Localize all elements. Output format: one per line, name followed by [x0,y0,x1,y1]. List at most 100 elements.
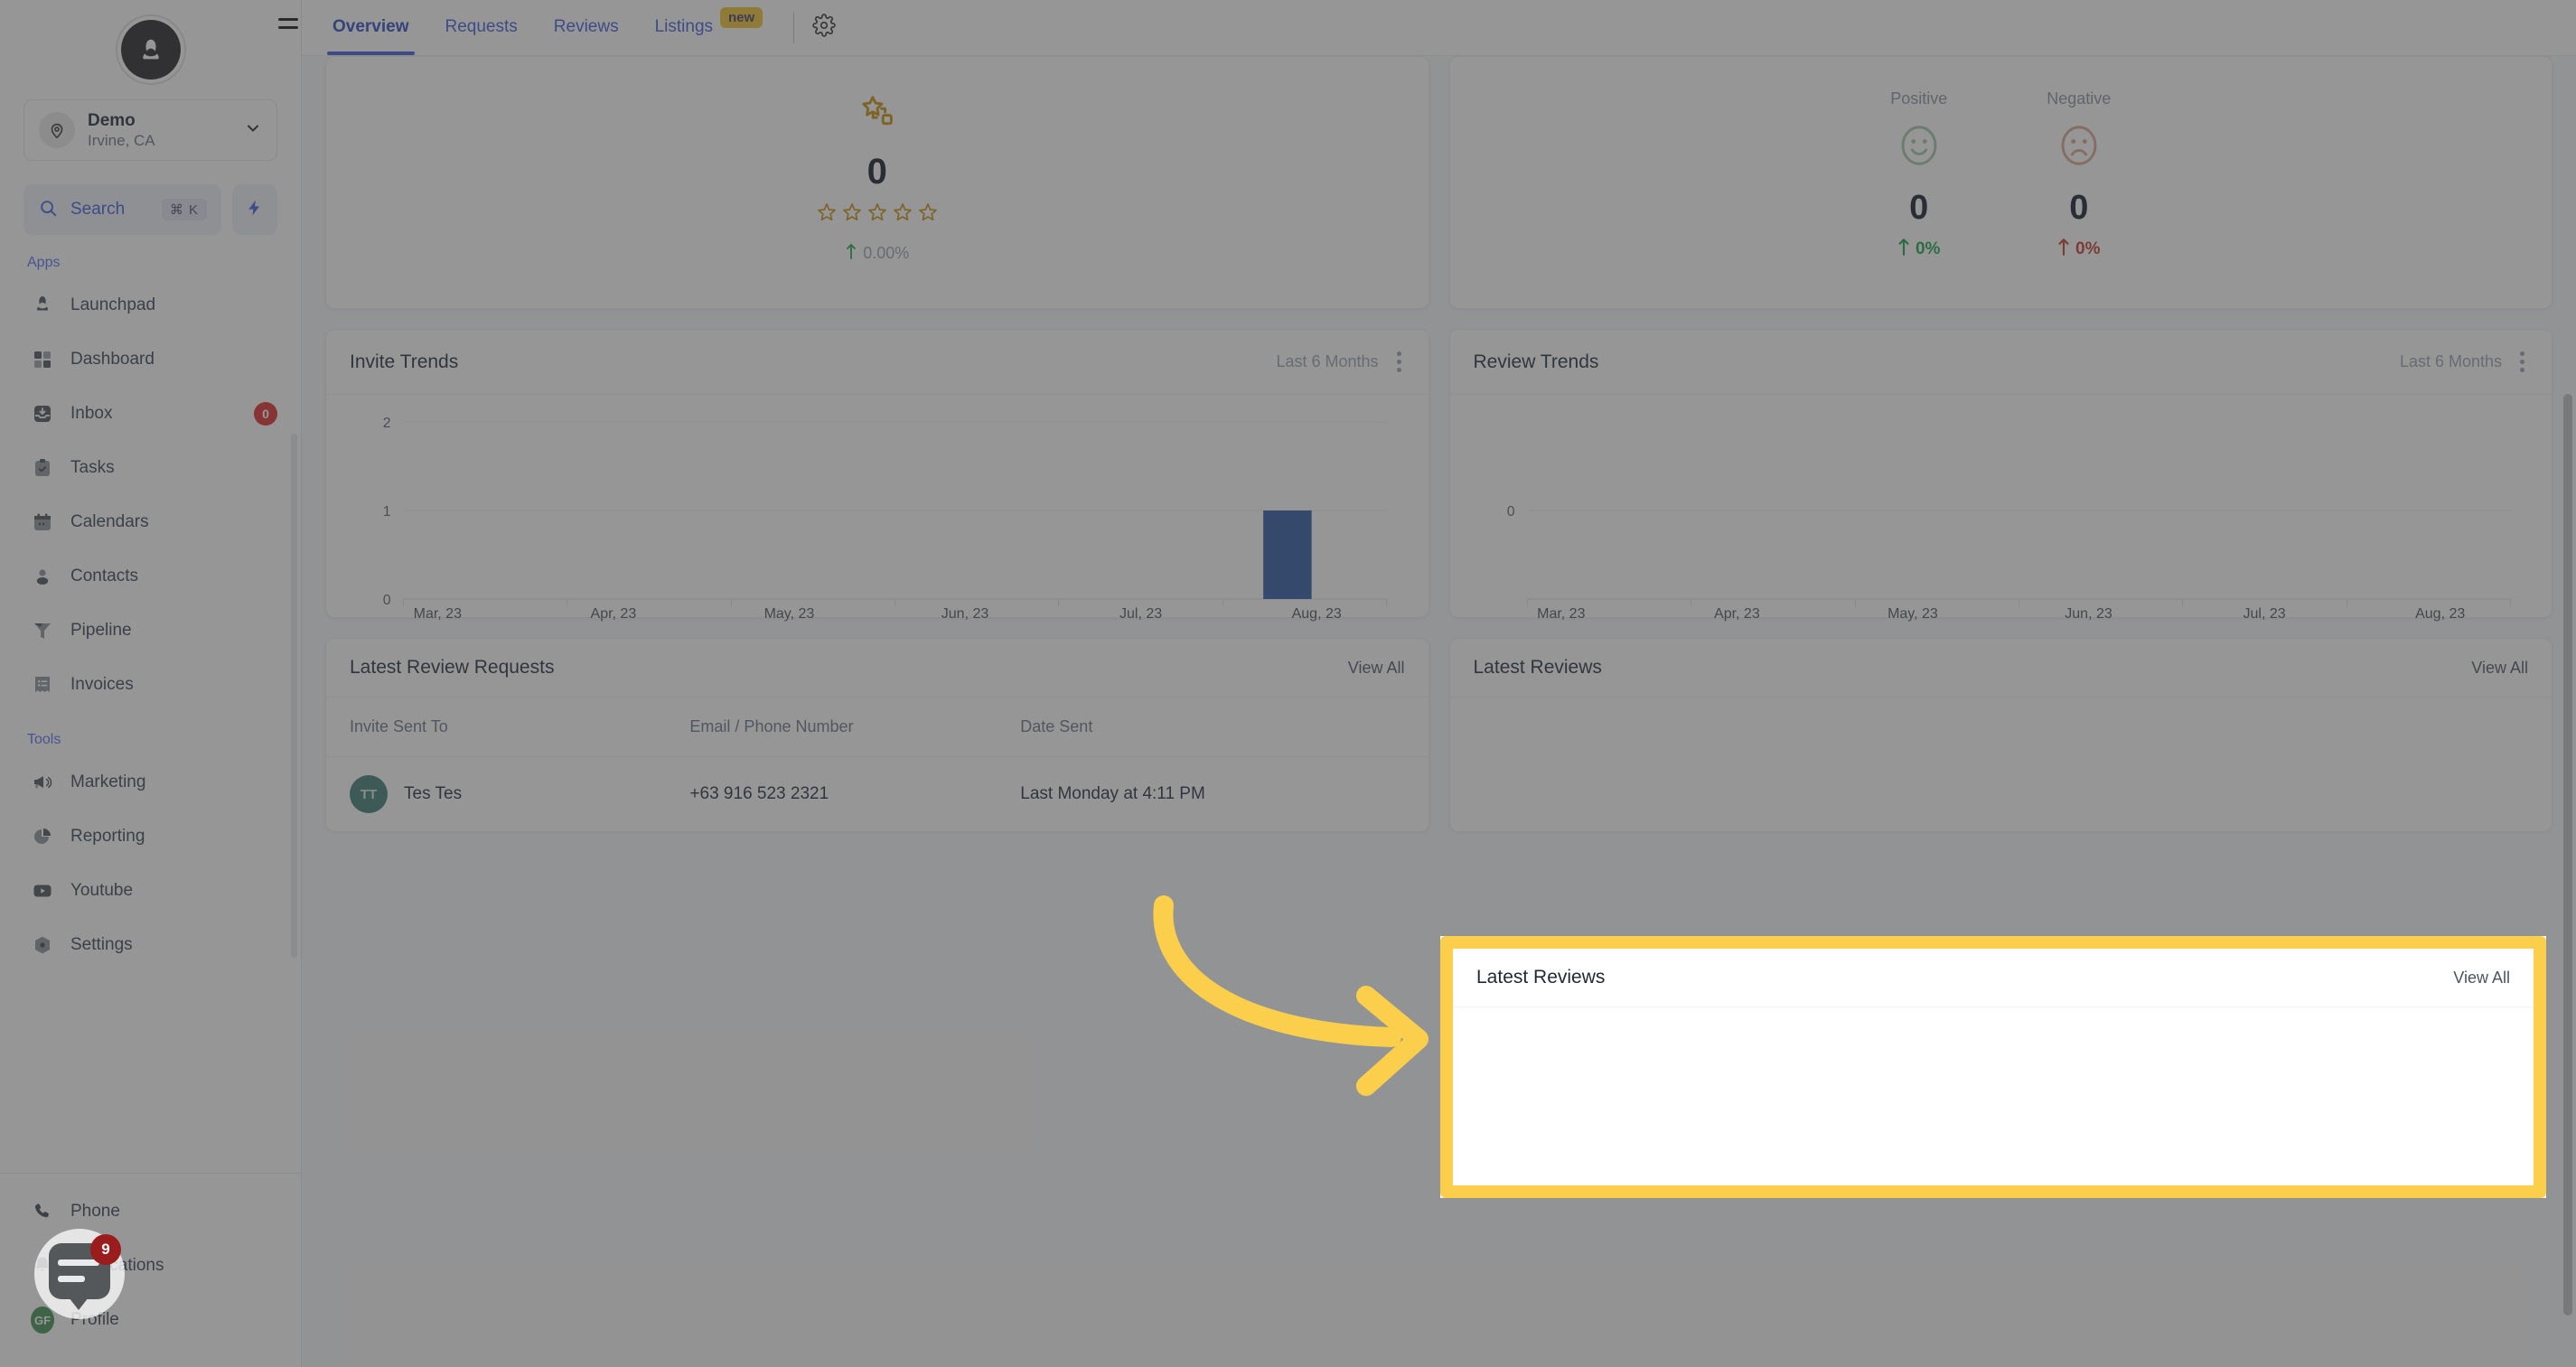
sentiment-positive: Positive 0 0% [1890,89,1947,262]
sidebar-item-settings[interactable]: Settings [0,918,301,972]
kebab-menu-icon[interactable] [1393,348,1405,376]
review-trends-range[interactable]: Last 6 Months [2400,352,2502,371]
sidebar-item-label: Contacts [70,566,138,585]
quick-actions-button[interactable] [232,184,277,235]
invite-trends-svg: 2 1 0 [383,416,1388,608]
kebab-menu-icon[interactable] [2516,348,2528,376]
star-frame-icon [857,93,897,137]
svg-text:2: 2 [383,416,391,431]
table-head: Invite Sent To Email / Phone Number Date… [326,698,1429,757]
review-trends-x-labels: Mar, 23 Apr, 23 May, 23 Jun, 23 Jul, 23 … [1474,606,2529,623]
sidebar-item-label: Youtube [70,881,134,900]
person-icon [31,565,54,588]
location-pin-icon [39,112,75,148]
latest-review-requests-header: Latest Review Requests View All [326,639,1429,698]
cell-invite-sent-to: TT Tes Tes [326,757,689,832]
sidebar-item-pipeline[interactable]: Pipeline [0,604,301,658]
table-header-row: Invite Sent To Email / Phone Number Date… [326,698,1429,757]
sentiment-value: 0 [2069,189,2089,227]
sidebar-scrollbar[interactable] [291,434,297,958]
cell-contact: +63 916 523 2321 [689,784,829,803]
sidebar-item-dashboard[interactable]: Dashboard [0,332,301,387]
smiley-face-icon [1895,121,1944,174]
view-all-link[interactable]: View All [2471,659,2528,678]
tab-overview[interactable]: Overview [314,0,427,55]
main-scrollbar[interactable] [2563,60,2572,1361]
rating-value: 0 [866,152,887,192]
sidebar-item-invoices[interactable]: Invoices [0,658,301,712]
sentiment-delta: 0% [2057,237,2100,262]
sidebar-item-label: Dashboard [70,350,155,369]
sidebar-item-reporting[interactable]: Reporting [0,810,301,864]
tab-requests[interactable]: Requests [427,0,536,55]
location-name: Demo [88,110,136,130]
invoice-list-icon [31,673,54,697]
location-sub: Irvine, CA [88,132,155,150]
card-title: Invite Trends [350,351,459,372]
sidebar-item-calendars[interactable]: Calendars [0,495,301,549]
hamburger-icon[interactable] [278,18,300,34]
clipboard-check-icon [31,456,54,480]
sidebar-item-tasks[interactable]: Tasks [0,441,301,495]
x-tick-label: Aug, 23 [2415,606,2466,622]
latest-reviews-empty-body [1450,698,2553,813]
review-trends-chart: 0 Mar, 23 Apr, 23 May, 23 Jun, 23 Jul, 2… [1450,395,2553,622]
main-scrollbar-thumb[interactable] [2563,394,2572,1316]
sidebar-item-label: Inbox [70,404,113,423]
grid-squares-icon [31,348,54,371]
app-logo[interactable] [115,14,186,85]
search-icon [38,198,58,222]
sidebar-item-marketing[interactable]: Marketing [0,755,301,810]
table-row[interactable]: TT Tes Tes +63 916 523 2321 Last Monday … [326,757,1429,832]
sidebar-item-label: Settings [70,935,133,954]
funnel-icon [31,619,54,642]
x-tick-label: Aug, 23 [1291,606,1342,622]
app-root: Demo Irvine, CA Search ⌘ K Apps Launchpa… [0,0,2576,1367]
settings-button[interactable] [807,8,841,47]
inbox-icon [31,402,54,426]
location-text: Demo Irvine, CA [88,110,231,151]
location-switcher[interactable]: Demo Irvine, CA [23,99,277,161]
inbox-unread-badge: 0 [254,402,277,426]
tab-listings[interactable]: Listings new [637,0,782,55]
x-tick-label: Jun, 23 [941,606,989,622]
search-input[interactable]: Search ⌘ K [23,184,221,235]
tab-label: Overview [333,16,409,36]
sidebar-nav-tools: Marketing Reporting Youtube Settings [0,755,301,972]
tab-label: Listings [654,16,714,36]
rating-delta-value: 0.00% [863,244,910,262]
column-header-invite-sent-to: Invite Sent To [326,698,690,757]
star-icon [866,201,888,228]
chat-widget-button[interactable]: 9 [34,1229,125,1319]
card-title: Review Trends [1473,351,1599,372]
chat-line [58,1259,99,1266]
tab-label: Reviews [553,16,619,36]
view-all-link[interactable]: View All [1348,659,1405,678]
view-all-link[interactable]: View All [2453,969,2510,988]
sentiment-delta-value: 0% [1915,239,1941,258]
x-tick-label: Mar, 23 [1537,606,1586,622]
sentiment-label: Positive [1890,89,1948,108]
tab-reviews[interactable]: Reviews [536,0,637,55]
arrow-up-icon [845,242,857,265]
sidebar-item-label: Invoices [70,675,134,694]
latest-reviews-card: Latest Reviews View All [1448,638,2553,832]
column-header-date-sent: Date Sent [1020,698,1429,757]
bolt-icon [246,197,264,223]
sidebar-scrollbar-thumb[interactable] [291,434,297,958]
frowny-face-icon [2055,121,2103,174]
invite-trends-card: Invite Trends Last 6 Months 2 1 0 Mar, 2… [325,329,1429,622]
invite-trends-header: Invite Trends Last 6 Months [326,330,1429,395]
invite-trends-range[interactable]: Last 6 Months [1276,352,1378,371]
chat-line [58,1276,85,1282]
sidebar-item-contacts[interactable]: Contacts [0,549,301,604]
sidebar-item-launchpad[interactable]: Launchpad [0,278,301,332]
sidebar-item-inbox[interactable]: Inbox 0 [0,387,301,441]
toolbar-divider [793,12,795,43]
x-tick-label: Mar, 23 [413,606,462,622]
tab-new-badge: new [720,7,763,28]
review-trends-svg: 0 [1506,504,2511,606]
x-tick-label: Jul, 23 [1119,606,1163,622]
sidebar-item-youtube[interactable]: Youtube [0,864,301,918]
